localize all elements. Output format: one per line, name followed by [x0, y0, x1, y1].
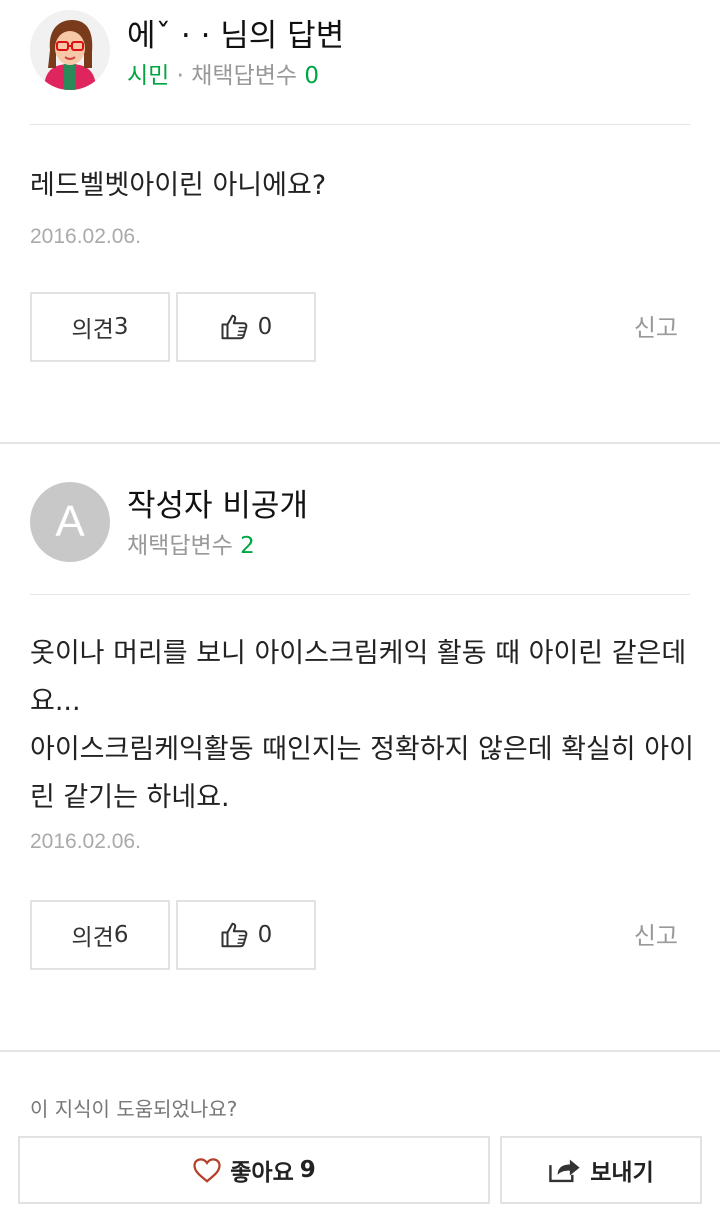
- send-label: 보내기: [590, 1160, 654, 1186]
- opinion-count: 6: [113, 922, 129, 948]
- section-divider: [0, 1050, 720, 1052]
- author-name: 작성자 비공개: [127, 488, 308, 524]
- divider: [30, 124, 690, 125]
- opinion-count: 3: [113, 314, 129, 340]
- author-level: 시민: [127, 63, 170, 89]
- like-count: 0: [257, 314, 273, 340]
- opinion-label: 의견: [71, 925, 114, 951]
- report-link[interactable]: 신고: [634, 916, 678, 951]
- like-button[interactable]: 0: [176, 900, 316, 970]
- like-button[interactable]: 0: [176, 292, 316, 362]
- adopt-label: · 채택답변수: [176, 63, 298, 89]
- thumbs-up-icon: [221, 922, 248, 948]
- thumbs-up-icon: [221, 314, 248, 340]
- like-count: 0: [257, 922, 273, 948]
- divider: [30, 594, 690, 595]
- adopt-count: 0: [304, 63, 320, 89]
- answer-card: 에ˇ · · 님의 답변 시민 · 채택답변수 0 레드벨벳아이린 아니에요? …: [0, 0, 720, 443]
- answer-date: 2016.02.06.: [30, 225, 141, 248]
- send-button[interactable]: 보내기: [500, 1136, 702, 1204]
- character-avatar-icon: [30, 10, 110, 90]
- report-link[interactable]: 신고: [634, 308, 678, 343]
- answer-date: 2016.02.06.: [30, 830, 141, 853]
- adopt-count: 2: [240, 533, 255, 559]
- avatar[interactable]: [30, 10, 110, 90]
- answer-card: A 작성자 비공개 채택답변수 2 옷이나 머리를 보니 아이스크림케익 활동 …: [0, 444, 720, 1051]
- opinion-button[interactable]: 의견 3: [30, 292, 170, 362]
- avatar[interactable]: A: [30, 482, 110, 562]
- author-meta: 시민 · 채택답변수 0: [127, 56, 319, 90]
- author-meta: 채택답변수 2: [127, 526, 255, 560]
- opinion-label: 의견: [71, 317, 114, 343]
- answer-content: 레드벨벳아이린 아니에요?: [30, 170, 327, 201]
- helpful-question: 이 지식이 도움되었나요?: [30, 1097, 238, 1121]
- heart-icon: [193, 1158, 221, 1183]
- like-big-count: 9: [299, 1157, 316, 1183]
- like-big-label: 좋아요: [230, 1160, 294, 1186]
- answer-content: 옷이나 머리를 보니 아이스크림케익 활동 때 아이린 같은데요... 아이스크…: [30, 638, 694, 813]
- share-icon: [549, 1159, 580, 1183]
- avatar-letter: A: [55, 497, 85, 546]
- like-big-button[interactable]: 좋아요 9: [18, 1136, 490, 1204]
- adopt-label: 채택답변수: [127, 533, 233, 559]
- author-name[interactable]: 에ˇ · · 님의 답변: [127, 10, 344, 55]
- opinion-button[interactable]: 의견 6: [30, 900, 170, 970]
